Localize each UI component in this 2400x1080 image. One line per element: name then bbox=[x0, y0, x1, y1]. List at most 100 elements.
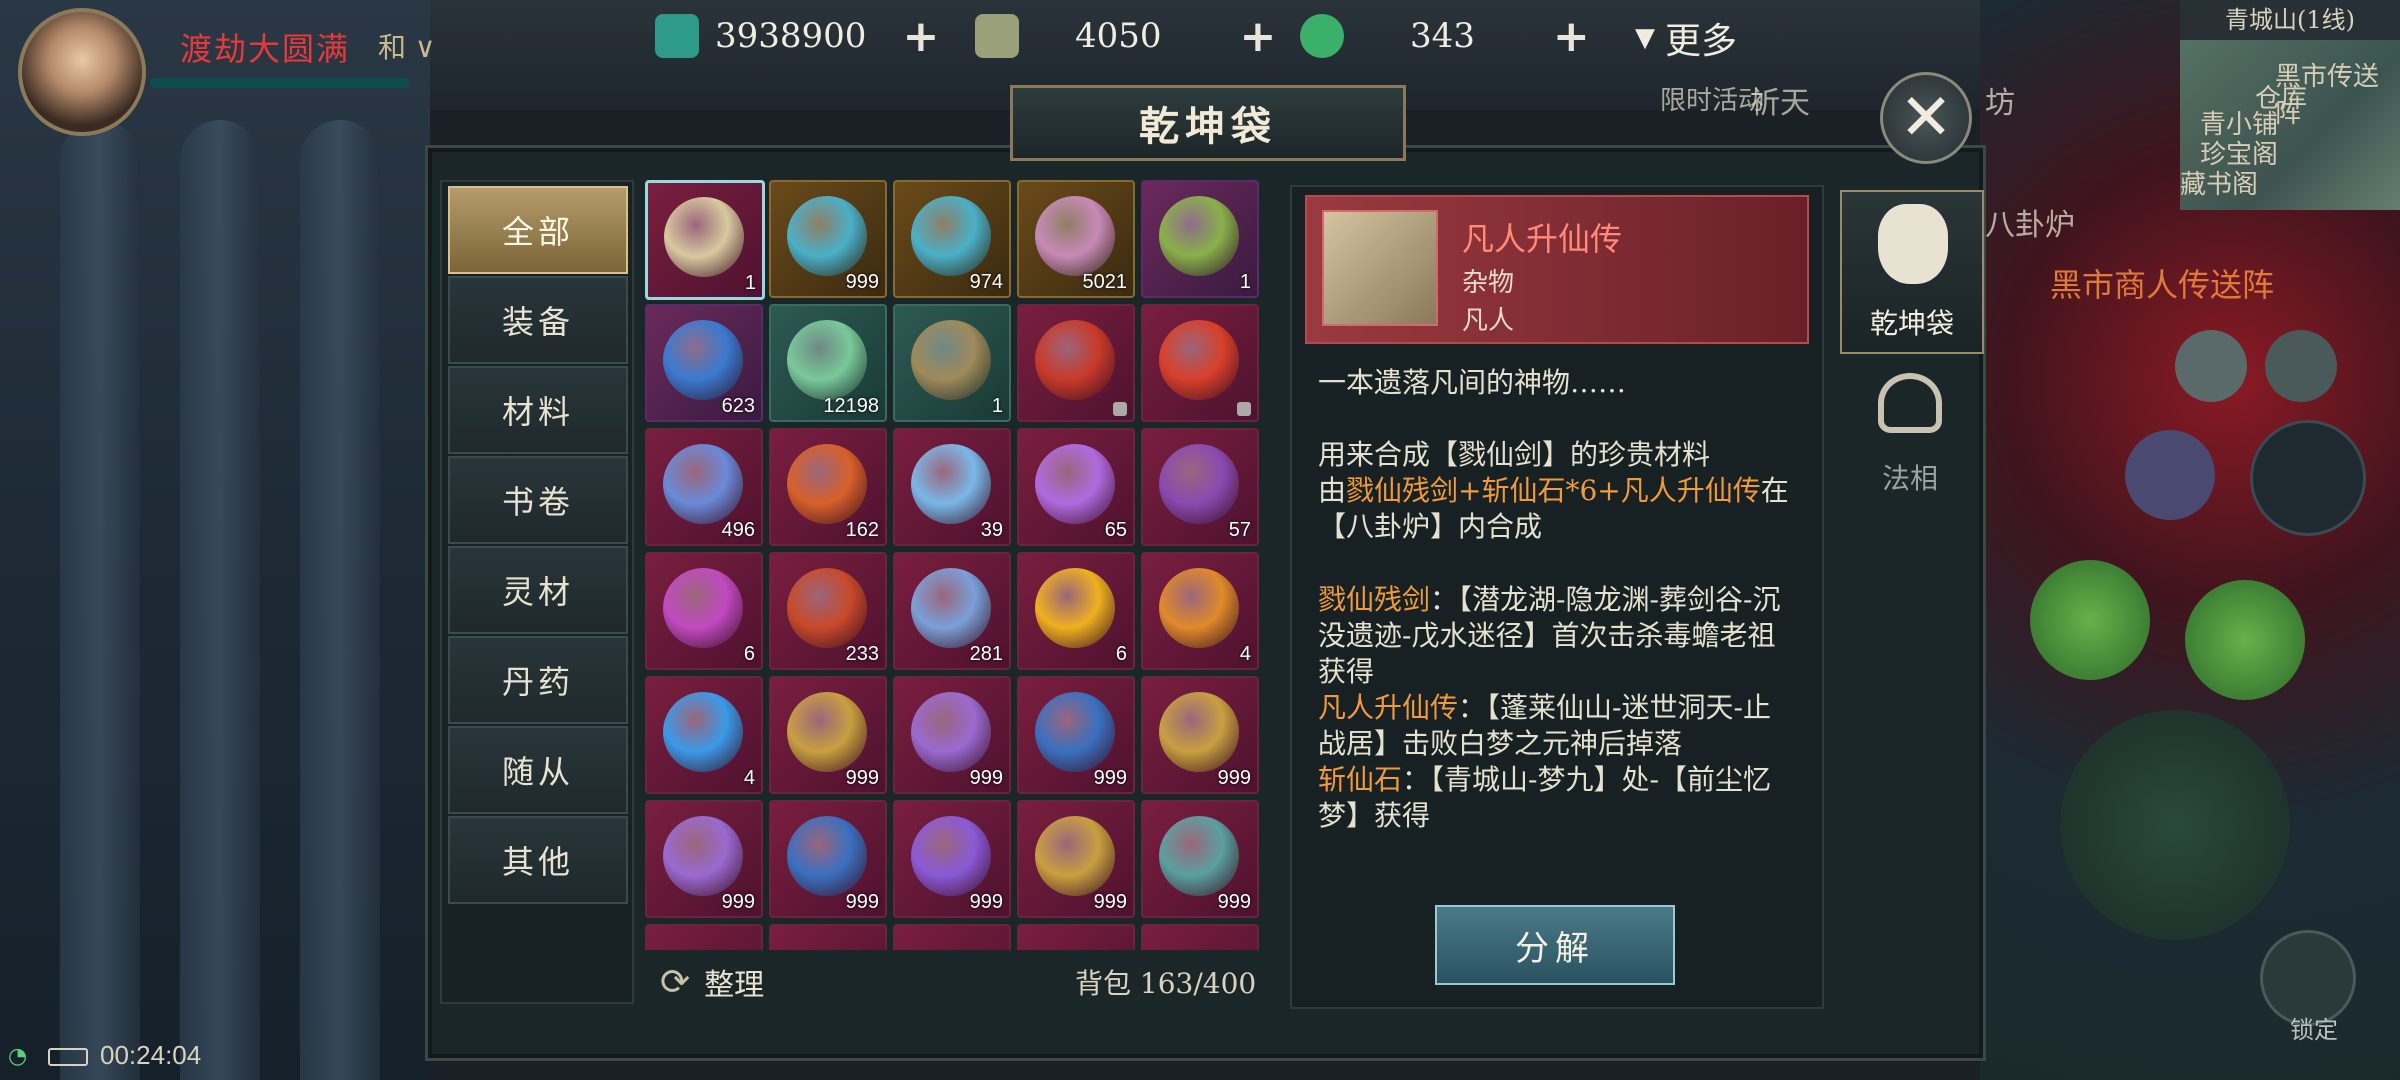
red-boots-item-icon bbox=[1035, 320, 1115, 400]
purple-flower-item-icon bbox=[663, 568, 743, 648]
item-quantity: 496 bbox=[721, 519, 755, 541]
green-coin-icon bbox=[1300, 14, 1344, 58]
back-arrow-icon[interactable] bbox=[2125, 430, 2215, 520]
category-tab-spirit-materials[interactable]: 灵材 bbox=[448, 546, 628, 634]
item-quantity: 6 bbox=[1115, 643, 1127, 665]
inventory-slot[interactable]: 162 bbox=[769, 428, 887, 546]
inventory-slot[interactable] bbox=[769, 924, 887, 950]
inventory-slot[interactable] bbox=[1017, 924, 1135, 950]
inventory-slot[interactable] bbox=[1017, 304, 1135, 422]
inventory-slot[interactable]: 6 bbox=[645, 552, 763, 670]
item-quantity: 999 bbox=[969, 891, 1003, 913]
inventory-slot[interactable]: 281 bbox=[893, 552, 1011, 670]
category-tab-other[interactable]: 其他 bbox=[448, 816, 628, 904]
item-recipe: 由戮仙残剑+斩仙石*6+凡人升仙传在【八卦炉】内合成 bbox=[1318, 473, 1798, 545]
skill-button[interactable] bbox=[2030, 560, 2150, 680]
currency-value: 4050 bbox=[1075, 16, 1162, 56]
inventory-slot[interactable]: 1 bbox=[1141, 180, 1259, 298]
purple-crystal-item-icon bbox=[1035, 444, 1115, 524]
inventory-slot[interactable]: 999 bbox=[1017, 800, 1135, 918]
waterfall-rock-item-icon bbox=[1159, 816, 1239, 896]
inventory-slot[interactable]: 1 bbox=[645, 180, 765, 300]
inventory-slot[interactable] bbox=[893, 924, 1011, 950]
blue-swirl-item-icon bbox=[1035, 692, 1115, 772]
player-dropdown[interactable]: 和 ∨ bbox=[378, 26, 435, 66]
inventory-slot[interactable]: 999 bbox=[893, 800, 1011, 918]
limited-event-label[interactable]: 限时活动 bbox=[1660, 80, 1764, 117]
inventory-slot[interactable]: 623 bbox=[645, 304, 763, 422]
inventory-slot[interactable]: 999 bbox=[1017, 676, 1135, 794]
inventory-slot[interactable]: 999 bbox=[1141, 800, 1259, 918]
currency-value: 3938900 bbox=[715, 16, 867, 56]
inventory-slot[interactable]: 4 bbox=[645, 676, 763, 794]
lock-label: 锁定 bbox=[2290, 1016, 2338, 1044]
minimap[interactable]: 黑市传送阵 仓库 青小铺 珍宝阁 藏书阁 bbox=[2180, 40, 2400, 210]
bagua-furnace-label[interactable]: 八卦炉 bbox=[1985, 200, 2075, 244]
currency-green: 343 + bbox=[1300, 10, 1590, 62]
gold-ore-item-icon bbox=[787, 692, 867, 772]
inventory-slot[interactable]: 999 bbox=[769, 800, 887, 918]
inventory-slot[interactable]: 999 bbox=[769, 180, 887, 298]
source-name: 戮仙残剑 bbox=[1318, 583, 1431, 616]
item-quantity: 999 bbox=[969, 767, 1003, 789]
inventory-slot[interactable]: 999 bbox=[893, 676, 1011, 794]
target-icon[interactable] bbox=[2265, 330, 2337, 402]
tab-qiankun-bag[interactable]: 乾坤袋 bbox=[1840, 190, 1984, 354]
bag-shortcut-icon[interactable] bbox=[2175, 330, 2247, 402]
inventory-slot[interactable]: 65 bbox=[1017, 428, 1135, 546]
ice-crystal-item-icon bbox=[911, 444, 991, 524]
token-currency-icon bbox=[975, 14, 1019, 58]
inventory-slot[interactable] bbox=[1141, 304, 1259, 422]
sort-button[interactable]: ⟳ 整理 bbox=[660, 960, 764, 1004]
source-name: 斩仙石 bbox=[1318, 763, 1403, 796]
inventory-slot[interactable]: 999 bbox=[645, 800, 763, 918]
inventory-slot[interactable]: 999 bbox=[769, 676, 887, 794]
inventory-slot[interactable]: 12198 bbox=[769, 304, 887, 422]
add-currency-icon[interactable]: + bbox=[1553, 11, 1590, 62]
inventory-slot[interactable]: 5021 bbox=[1017, 180, 1135, 298]
inventory-slot[interactable]: 6 bbox=[1017, 552, 1135, 670]
chevron-down-icon: ▼ bbox=[1635, 23, 1655, 53]
player-hp-bar bbox=[150, 78, 410, 88]
category-tab-all[interactable]: 全部 bbox=[448, 186, 628, 274]
black-market-teleport-label: 黑市商人传送阵 bbox=[2050, 266, 2275, 304]
inventory-slot[interactable]: 57 bbox=[1141, 428, 1259, 546]
item-quantity: 5021 bbox=[1082, 271, 1128, 293]
inventory-slot[interactable] bbox=[1141, 924, 1259, 950]
minimap-label: 藏书阁 bbox=[2180, 170, 2259, 200]
item-quantity: 999 bbox=[1093, 891, 1127, 913]
attack-fan-button[interactable] bbox=[2060, 710, 2290, 940]
category-tab-equipment[interactable]: 装备 bbox=[448, 276, 628, 364]
inventory-slot[interactable]: 1 bbox=[893, 304, 1011, 422]
source-entry: 凡人升仙传：【蓬莱仙山-迷世洞天-止战居】击败白梦之元神后掉落 bbox=[1318, 690, 1798, 762]
category-tab-scrolls[interactable]: 书卷 bbox=[448, 456, 628, 544]
category-tab-pills[interactable]: 丹药 bbox=[448, 636, 628, 724]
pray-label[interactable]: 祈天 bbox=[1750, 78, 1810, 122]
skill-button[interactable] bbox=[2185, 580, 2305, 700]
close-button[interactable]: ✕ bbox=[1880, 72, 1972, 164]
amethyst-item-icon bbox=[911, 692, 991, 772]
item-grid: 1 999 974 5021 1 623 12198 1 496 162 39 65 57 6 233 281… bbox=[645, 180, 1265, 950]
inventory-slot[interactable]: 496 bbox=[645, 428, 763, 546]
workshop-label[interactable]: 坊 bbox=[1985, 78, 2015, 122]
add-currency-icon[interactable]: + bbox=[902, 11, 939, 62]
tab-faxiang[interactable]: 法相 bbox=[1840, 365, 1980, 495]
refresh-icon: ⟳ bbox=[660, 961, 691, 1003]
category-tab-materials[interactable]: 材料 bbox=[448, 366, 628, 454]
inventory-slot[interactable]: 4 bbox=[1141, 552, 1259, 670]
inventory-slot[interactable]: 999 bbox=[1141, 676, 1259, 794]
inventory-slot[interactable] bbox=[645, 924, 763, 950]
yin-yang-icon[interactable] bbox=[2250, 420, 2366, 536]
inventory-slot[interactable]: 39 bbox=[893, 428, 1011, 546]
decompose-button[interactable]: 分解 bbox=[1435, 905, 1675, 985]
inventory-slot[interactable]: 974 bbox=[893, 180, 1011, 298]
add-currency-icon[interactable]: + bbox=[1240, 11, 1277, 62]
category-tab-followers[interactable]: 随从 bbox=[448, 726, 628, 814]
inventory-slot[interactable]: 233 bbox=[769, 552, 887, 670]
fire-orb-item-icon bbox=[787, 444, 867, 524]
player-avatar[interactable] bbox=[18, 8, 146, 136]
item-quantity: 999 bbox=[1093, 767, 1127, 789]
item-rank: 凡人 bbox=[1462, 306, 1515, 336]
more-menu-button[interactable]: ▼ 更多 bbox=[1635, 12, 1737, 64]
red-pill-item-icon bbox=[787, 568, 867, 648]
